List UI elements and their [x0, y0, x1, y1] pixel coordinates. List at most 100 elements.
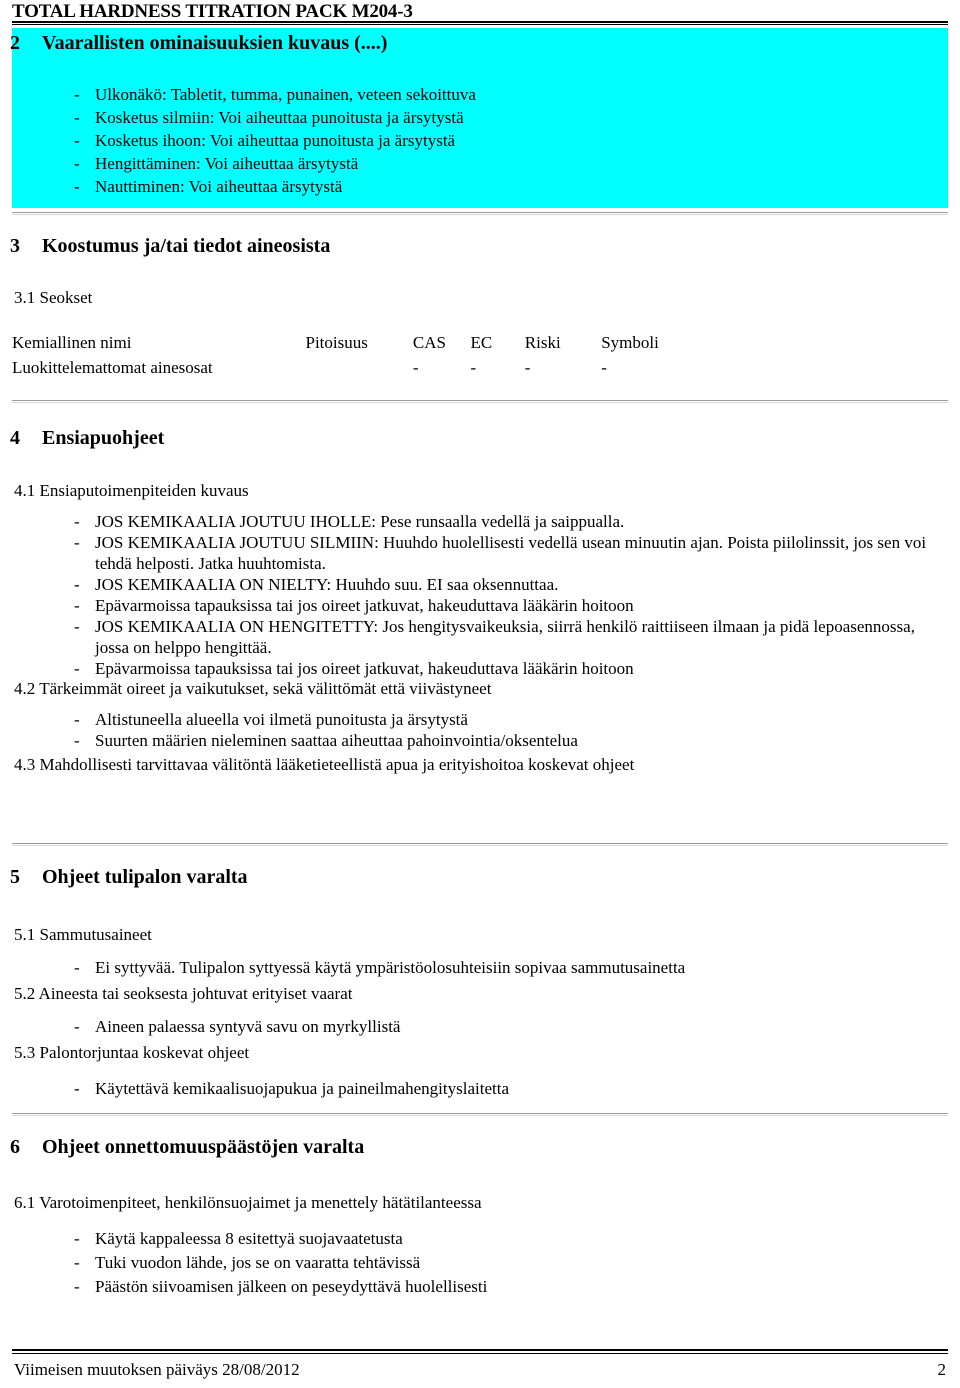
- section-6-number: 6: [10, 1136, 20, 1158]
- column-header-chemical-name: Kemiallinen nimi: [12, 333, 132, 352]
- list-item-text: Käytettävä kemikaalisuojapukua ja painei…: [95, 1079, 509, 1098]
- list-item: - Tuki vuodon lähde, jos se on vaaratta …: [74, 1252, 954, 1273]
- list-item-text: Epävarmoissa tapauksissa tai jos oireet …: [95, 596, 634, 615]
- section-4-title: Ensiapuohjeet: [42, 427, 165, 449]
- list-item: - Aineen palaessa syntyvä savu on myrkyl…: [74, 1016, 954, 1037]
- section-divider-rule: [12, 400, 948, 403]
- dash-bullet-icon: -: [74, 85, 80, 104]
- dash-bullet-icon: -: [74, 1277, 80, 1296]
- footer-page-number: 2: [937, 1360, 947, 1379]
- subsection-3-1-heading: 3.1 Seokset: [14, 288, 93, 307]
- section-2-heading: 2 Vaarallisten ominaisuuksien kuvaus (...…: [10, 32, 387, 54]
- list-item-text: Ulkonäkö: Tabletit, tumma, punainen, vet…: [95, 85, 476, 104]
- table-row: Luokittelemattomat ainesosat - - - -: [12, 355, 712, 380]
- section-4-heading: 4 Ensiapuohjeet: [10, 427, 164, 449]
- dash-bullet-icon: -: [74, 533, 80, 552]
- section-5-number: 5: [10, 866, 20, 888]
- dash-bullet-icon: -: [74, 154, 80, 173]
- subsection-4-2-heading: 4.2 Tärkeimmät oireet ja vaikutukset, se…: [14, 679, 492, 698]
- list-item-text: JOS KEMIKAALIA ON HENGITETTY: Jos hengit…: [95, 617, 915, 657]
- list-item: - JOS KEMIKAALIA ON HENGITETTY: Jos heng…: [74, 616, 952, 658]
- cell-ec: -: [470, 358, 477, 377]
- header-rule: [12, 21, 948, 25]
- section-5-heading: 5 Ohjeet tulipalon varalta: [10, 866, 248, 888]
- list-item: - Hengittäminen: Voi aiheuttaa ärsytystä: [74, 153, 934, 174]
- list-item-text: Hengittäminen: Voi aiheuttaa ärsytystä: [95, 154, 359, 173]
- section-6-title: Ohjeet onnettomuuspäästöjen varalta: [42, 1136, 365, 1158]
- cell-risk: -: [524, 358, 531, 377]
- list-item-text: Kosketus ihoon: Voi aiheuttaa punoitusta…: [95, 131, 456, 150]
- list-item-text: JOS KEMIKAALIA ON NIELTY: Huuhdo suu. EI…: [95, 575, 559, 594]
- list-item: - Ulkonäkö: Tabletit, tumma, punainen, v…: [74, 84, 934, 105]
- dash-bullet-icon: -: [74, 1079, 80, 1098]
- list-item: - Ei syttyvää. Tulipalon syttyessä käytä…: [74, 957, 954, 978]
- dash-bullet-icon: -: [74, 1017, 80, 1036]
- list-item: - Epävarmoissa tapauksissa tai jos oiree…: [74, 658, 954, 679]
- section-6-heading: 6 Ohjeet onnettomuuspäästöjen varalta: [10, 1136, 364, 1158]
- list-item: - Päästön siivoamisen jälkeen on peseydy…: [74, 1276, 954, 1297]
- column-header-cas: CAS: [412, 333, 446, 352]
- list-item-text: JOS KEMIKAALIA JOUTUU IHOLLE: Pese runsa…: [95, 512, 625, 531]
- list-item: - Kosketus silmiin: Voi aiheuttaa punoit…: [74, 107, 934, 128]
- dash-bullet-icon: -: [74, 1253, 80, 1272]
- list-item-text: Aineen palaessa syntyvä savu on myrkylli…: [95, 1017, 401, 1036]
- section-divider-rule: [12, 843, 948, 846]
- list-item: - Epävarmoissa tapauksissa tai jos oiree…: [74, 595, 954, 616]
- dash-bullet-icon: -: [74, 659, 80, 678]
- cell-symbol: -: [601, 358, 607, 377]
- subsection-4-1-heading: 4.1 Ensiaputoimenpiteiden kuvaus: [14, 481, 249, 500]
- list-item-text: JOS KEMIKAALIA JOUTUU SILMIIN: Huuhdo hu…: [95, 533, 927, 573]
- dash-bullet-icon: -: [74, 617, 80, 636]
- list-item: - Käytettävä kemikaalisuojapukua ja pain…: [74, 1078, 954, 1099]
- list-item-text: Tuki vuodon lähde, jos se on vaaratta te…: [95, 1253, 421, 1272]
- list-item: - JOS KEMIKAALIA JOUTUU SILMIIN: Huuhdo …: [74, 532, 952, 574]
- list-item-text: Käytä kappaleessa 8 esitettyä suojavaate…: [95, 1229, 403, 1248]
- section-divider-rule: [12, 212, 948, 215]
- cell-concentration: [306, 355, 413, 380]
- list-item-text: Suurten määrien nieleminen saattaa aiheu…: [95, 731, 578, 750]
- section-3-number: 3: [10, 235, 20, 257]
- footer-revision-date: Viimeisen muutoksen päiväys 28/08/2012: [14, 1360, 300, 1379]
- section-3-heading: 3 Koostumus ja/tai tiedot aineosista: [10, 235, 330, 257]
- column-header-risk: Riski: [524, 333, 561, 352]
- list-item: - Nauttiminen: Voi aiheuttaa ärsytystä: [74, 176, 934, 197]
- list-item: - Suurten määrien nieleminen saattaa aih…: [74, 730, 954, 751]
- column-header-ec: EC: [470, 333, 493, 352]
- subsection-6-1-heading: 6.1 Varotoimenpiteet, henkilönsuojaimet …: [14, 1193, 482, 1212]
- column-header-symbol: Symboli: [601, 333, 659, 352]
- mixture-components-table: Kemiallinen nimi Pitoisuus CAS EC Riski …: [12, 330, 712, 380]
- dash-bullet-icon: -: [74, 710, 80, 729]
- list-item: - Kosketus ihoon: Voi aiheuttaa punoitus…: [74, 130, 934, 151]
- footer-rule: [12, 1349, 948, 1354]
- list-item-text: Päästön siivoamisen jälkeen on peseydytt…: [95, 1277, 488, 1296]
- list-item: - Käytä kappaleessa 8 esitettyä suojavaa…: [74, 1228, 954, 1249]
- section-3-title: Koostumus ja/tai tiedot aineosista: [42, 235, 331, 257]
- dash-bullet-icon: -: [74, 512, 80, 531]
- cell-chemical-name: Luokittelemattomat ainesosat: [12, 358, 213, 377]
- dash-bullet-icon: -: [74, 108, 80, 127]
- dash-bullet-icon: -: [74, 177, 80, 196]
- dash-bullet-icon: -: [74, 731, 80, 750]
- section-divider-rule: [12, 1113, 948, 1116]
- list-item: - Altistuneella alueella voi ilmetä puno…: [74, 709, 954, 730]
- dash-bullet-icon: -: [74, 596, 80, 615]
- cell-cas: -: [412, 358, 419, 377]
- running-header: TOTAL HARDNESS TITRATION PACK M204-3: [12, 1, 413, 22]
- dash-bullet-icon: -: [74, 575, 80, 594]
- document-page: TOTAL HARDNESS TITRATION PACK M204-3 2 Va…: [0, 0, 960, 1388]
- list-item: - JOS KEMIKAALIA ON NIELTY: Huuhdo suu. …: [74, 574, 954, 595]
- list-item-text: Altistuneella alueella voi ilmetä punoit…: [95, 710, 468, 729]
- column-header-concentration: Pitoisuus: [305, 333, 368, 352]
- section-2-number: 2: [10, 32, 20, 54]
- list-item-text: Nauttiminen: Voi aiheuttaa ärsytystä: [95, 177, 343, 196]
- subsection-5-2-heading: 5.2 Aineesta tai seoksesta johtuvat erit…: [14, 984, 353, 1003]
- section-2-title: Vaarallisten ominaisuuksien kuvaus (....…: [42, 32, 388, 54]
- dash-bullet-icon: -: [74, 131, 80, 150]
- section-4-number: 4: [10, 427, 20, 449]
- list-item-text: Ei syttyvää. Tulipalon syttyessä käytä y…: [95, 958, 686, 977]
- section-5-title: Ohjeet tulipalon varalta: [42, 866, 248, 888]
- subsection-5-1-heading: 5.1 Sammutusaineet: [14, 925, 152, 944]
- subsection-5-3-heading: 5.3 Palontorjuntaa koskevat ohjeet: [14, 1043, 250, 1062]
- list-item-text: Epävarmoissa tapauksissa tai jos oireet …: [95, 659, 634, 678]
- dash-bullet-icon: -: [74, 958, 80, 977]
